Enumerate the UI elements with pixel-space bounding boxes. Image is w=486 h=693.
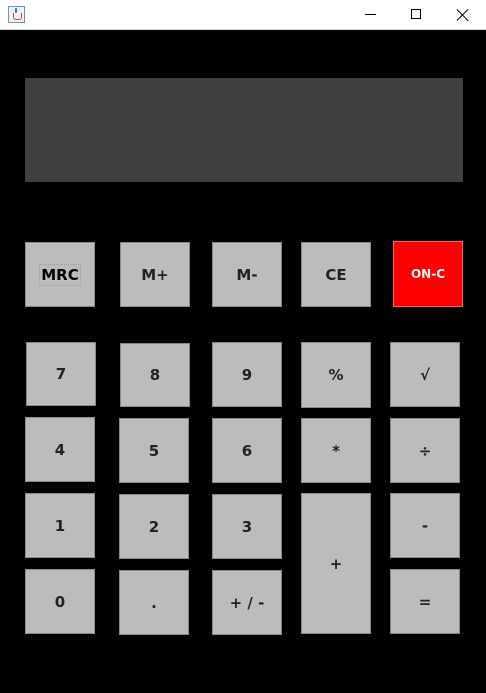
multiply-button[interactable]: *	[301, 418, 371, 483]
minus-button[interactable]: -	[390, 493, 460, 558]
ce-button[interactable]: CE	[301, 242, 371, 307]
minimize-icon	[365, 14, 376, 15]
digit-7-button[interactable]: 7	[26, 342, 96, 406]
digit-2-button[interactable]: 2	[119, 494, 189, 559]
digit-3-button[interactable]: 3	[212, 494, 282, 559]
cup-mark	[13, 13, 22, 20]
decimal-point-button[interactable]: .	[119, 570, 189, 635]
mrc-button[interactable]: MRC	[25, 242, 95, 307]
percent-button[interactable]: %	[301, 342, 371, 408]
digit-9-button[interactable]: 9	[212, 342, 282, 407]
sqrt-button[interactable]: √	[390, 342, 460, 407]
digit-1-button[interactable]: 1	[25, 493, 95, 558]
minimize-button[interactable]	[348, 0, 394, 30]
close-icon	[456, 8, 470, 22]
plus-button[interactable]: +	[301, 493, 371, 634]
digit-0-button[interactable]: 0	[25, 569, 95, 634]
maximize-icon	[411, 9, 421, 19]
on-c-button[interactable]: ON-C	[393, 241, 463, 307]
divide-button[interactable]: ÷	[390, 418, 460, 483]
digit-6-button[interactable]: 6	[212, 418, 282, 483]
digit-8-button[interactable]: 8	[120, 343, 190, 407]
equals-button[interactable]: =	[390, 569, 460, 634]
close-button[interactable]	[440, 0, 486, 30]
sign-toggle-button[interactable]: + / -	[212, 570, 282, 635]
maximize-button[interactable]	[394, 0, 440, 30]
digit-5-button[interactable]: 5	[119, 418, 189, 483]
calculator-display	[25, 78, 463, 182]
digit-4-button[interactable]: 4	[25, 417, 95, 482]
m-minus-button[interactable]: M-	[212, 242, 282, 307]
title-bar	[0, 0, 486, 30]
m-plus-button[interactable]: M+	[120, 242, 190, 307]
mrc-label: MRC	[39, 263, 81, 286]
calculator-window: MRC M+ M- CE ON-C 7 8 9 % √ 4 5 6 * ÷ 1 …	[0, 0, 486, 693]
java-cup-icon	[8, 6, 25, 23]
